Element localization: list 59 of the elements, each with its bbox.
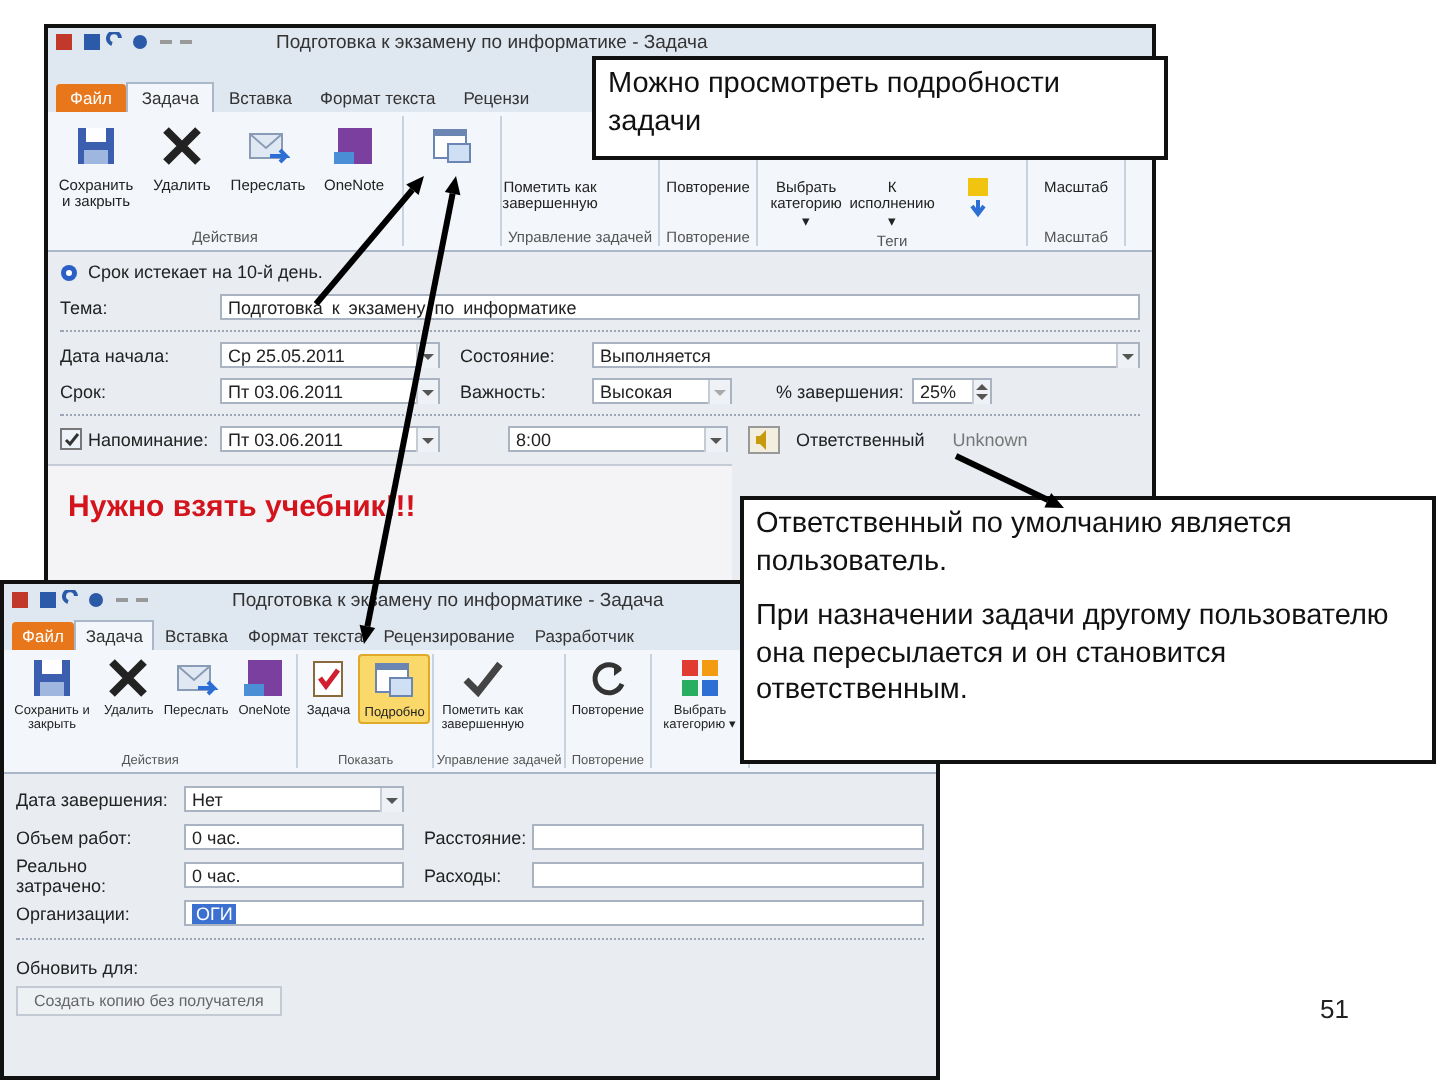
field-label: Организации: — [16, 903, 132, 923]
status-dropdown[interactable]: Выполняется — [592, 342, 1140, 368]
ribbon-tab[interactable]: Вставка — [154, 622, 239, 650]
field-label: Состояние: — [460, 345, 557, 365]
companies-field[interactable]: ОГИ — [184, 900, 924, 926]
page-number: 51 — [1320, 994, 1349, 1024]
arrow — [954, 453, 1064, 508]
color-grid-icon — [678, 656, 722, 700]
callout-text: Можно просмотреть подробности задачи — [608, 66, 1062, 142]
form-icon — [430, 124, 474, 168]
ribbon-tab[interactable]: Рецензирование — [373, 622, 525, 650]
window-title: Подготовка к экзамену по информатике - Задача — [276, 32, 708, 54]
field-label: % завершения: — [776, 381, 904, 401]
actual-work-field[interactable]: 0 час. — [184, 862, 404, 888]
field-label: Тема: — [60, 297, 110, 317]
date-dropdown[interactable]: Нет — [184, 786, 404, 812]
notebook-icon — [242, 656, 287, 700]
notebook-icon — [332, 124, 376, 168]
date-field[interactable]: Пт 03.06.2011 — [220, 378, 440, 404]
x-mark-icon — [160, 124, 204, 168]
field-label: Важность: — [460, 381, 548, 401]
ribbon-tab[interactable]: Вставка — [214, 84, 307, 112]
ribbon-tab[interactable]: Задача — [73, 620, 155, 650]
percent-spinner[interactable]: 25% — [911, 378, 992, 404]
field-label: Напоминание: — [88, 429, 209, 449]
work-field[interactable]: 0 час. — [184, 824, 404, 850]
time-dropdown[interactable]: 8:00 — [508, 426, 728, 452]
quick-access-toolbar-icon[interactable] — [56, 32, 196, 52]
create-copy-button[interactable]: Создать копию без получателя — [16, 986, 282, 1016]
date-field[interactable]: Пт 03.06.2011 — [220, 426, 440, 452]
x-mark-icon — [106, 656, 151, 700]
quick-access-toolbar-icon[interactable] — [12, 590, 152, 610]
date-field[interactable]: Ср 25.05.2011 — [220, 342, 440, 368]
form-icon — [372, 658, 417, 702]
owner-name: Unknown — [952, 429, 1028, 449]
update-list-label: Обновить для: — [16, 958, 141, 978]
checkmark-icon — [460, 656, 505, 700]
spinner-arrows-icon[interactable] — [971, 379, 990, 403]
due-notice: Срок истекает на 10-й день. — [88, 262, 323, 282]
reminder-checkbox[interactable] — [60, 428, 82, 450]
priority-dropdown[interactable]: Высокая — [592, 378, 732, 404]
mileage-field[interactable] — [532, 824, 924, 850]
field-label: Реально затрачено: — [16, 855, 109, 895]
field-label: Расстояние: — [424, 827, 524, 847]
field-label: Дата начала: — [60, 345, 172, 365]
subject-field[interactable]: Подготовка к экзамену по информатике — [220, 294, 1140, 320]
ribbon-tab[interactable]: Задача — [125, 82, 215, 112]
billing-field[interactable] — [532, 862, 924, 888]
info-dot-icon — [60, 263, 78, 281]
ribbon-tab[interactable]: Разработчик — [524, 622, 644, 650]
field-label: Ответственный — [796, 429, 925, 449]
field-label: Расходы: — [424, 865, 504, 885]
ribbon-tab[interactable]: Рецензи — [449, 84, 544, 112]
field-label: Объем работ: — [16, 827, 134, 847]
field-label: Срок: — [60, 381, 108, 401]
callout-text: Ответственный по умолчанию является пользователь. — [756, 506, 1294, 582]
callout-text: При назначении задачи другому пользователю она пересылается и он становится ответственным. — [756, 597, 1391, 711]
ribbon-tab[interactable]: Формат текста — [306, 84, 450, 112]
field-label: Дата завершения: — [16, 789, 170, 809]
